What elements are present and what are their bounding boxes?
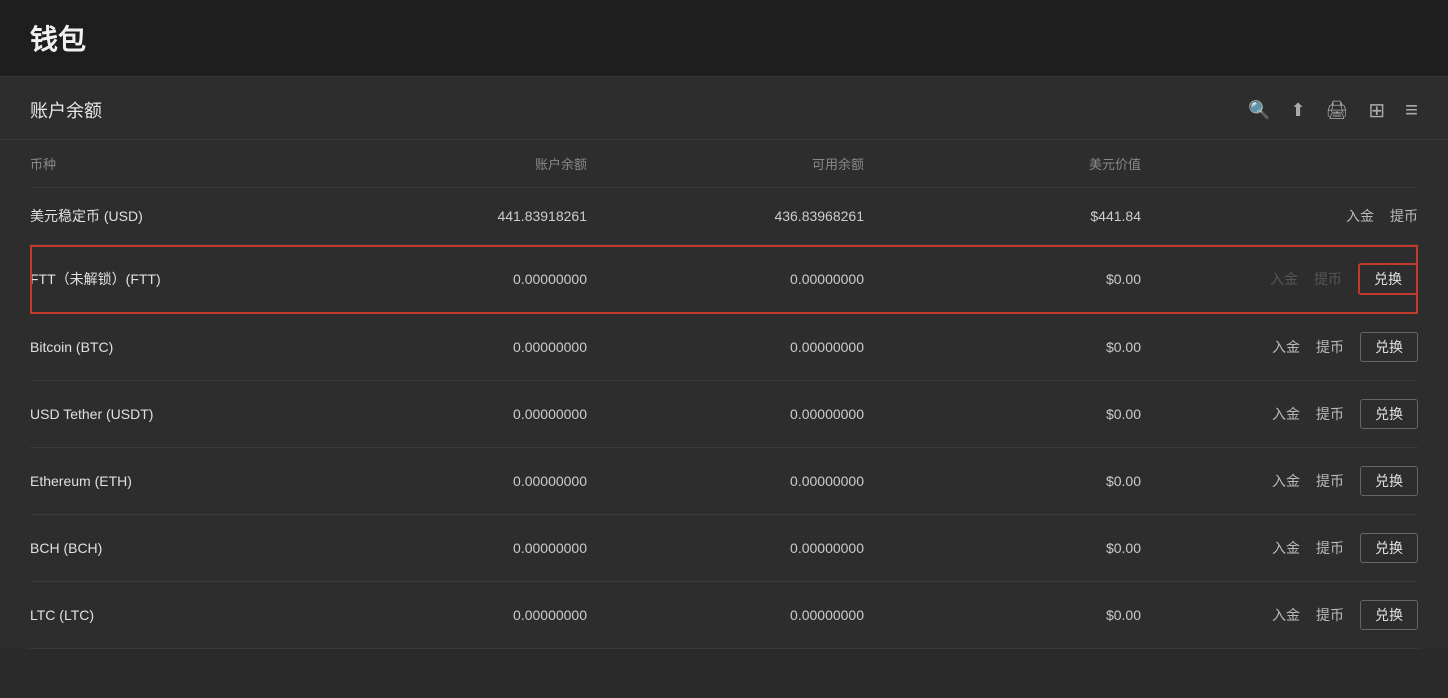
available-usdt: 0.00000000 [587,406,864,422]
header-usd-value: 美元价值 [864,154,1141,173]
usd-value-ltc: $0.00 [864,607,1141,623]
available-eth: 0.00000000 [587,473,864,489]
table-container: 币种 账户余额 可用余额 美元价值 美元稳定币 (USD)441.8391826… [0,140,1448,649]
actions-usd: 入金提币 [1141,206,1418,226]
main-content: 账户余额 🔍 ⬆ 🖨 ⊞ ≡ 币种 账户余额 可用余额 美元价值 美元稳定币 (… [0,77,1448,649]
deposit-btn-eth[interactable]: 入金 [1272,471,1300,491]
available-btc: 0.00000000 [587,339,864,355]
header-currency: 币种 [30,154,310,173]
available-bch: 0.00000000 [587,540,864,556]
currency-usd: 美元稳定币 (USD) [30,206,310,226]
table-header: 币种 账户余额 可用余额 美元价值 [30,140,1418,188]
header-icons: 🔍 ⬆ 🖨 ⊞ ≡ [1248,97,1418,123]
usd-value-usdt: $0.00 [864,406,1141,422]
available-ftt: 0.00000000 [587,271,864,287]
deposit-btn-btc[interactable]: 入金 [1272,337,1300,357]
search-icon[interactable]: 🔍 [1248,100,1270,121]
deposit-btn-bch[interactable]: 入金 [1272,538,1300,558]
convert-btn-ftt[interactable]: 兑换 [1358,263,1418,295]
table-row: FTT（未解锁）(FTT)0.000000000.00000000$0.00入金… [30,245,1418,314]
section-header: 账户余额 🔍 ⬆ 🖨 ⊞ ≡ [0,77,1448,140]
actions-eth: 入金提币兑换 [1141,466,1418,496]
currency-ftt: FTT（未解锁）(FTT) [30,269,310,289]
table-row: LTC (LTC)0.000000000.00000000$0.00入金提币兑换 [30,582,1418,649]
header-actions [1141,154,1418,173]
page-title: 钱包 [30,18,1418,58]
balance-btc: 0.00000000 [310,339,587,355]
withdraw-btn-usd[interactable]: 提币 [1390,206,1418,226]
withdraw-btn-btc[interactable]: 提币 [1316,337,1344,357]
withdraw-btn-ftt: 提币 [1314,269,1342,289]
filter-icon[interactable]: ≡ [1405,97,1418,123]
table-row: Bitcoin (BTC)0.000000000.00000000$0.00入金… [30,314,1418,381]
actions-ftt: 入金提币兑换 [1141,263,1418,295]
convert-btn-btc[interactable]: 兑换 [1360,332,1418,362]
header-available: 可用余额 [587,154,864,173]
usd-value-eth: $0.00 [864,473,1141,489]
actions-usdt: 入金提币兑换 [1141,399,1418,429]
currency-usdt: USD Tether (USDT) [30,406,310,422]
table-row: BCH (BCH)0.000000000.00000000$0.00入金提币兑换 [30,515,1418,582]
withdraw-btn-eth[interactable]: 提币 [1316,471,1344,491]
withdraw-btn-bch[interactable]: 提币 [1316,538,1344,558]
table-row: USD Tether (USDT)0.000000000.00000000$0.… [30,381,1418,448]
balance-ftt: 0.00000000 [310,271,587,287]
actions-bch: 入金提币兑换 [1141,533,1418,563]
table-row: 美元稳定币 (USD)441.83918261436.83968261$441.… [30,188,1418,245]
convert-btn-bch[interactable]: 兑换 [1360,533,1418,563]
withdraw-btn-usdt[interactable]: 提币 [1316,404,1344,424]
download-icon[interactable]: ⬆ [1290,100,1305,121]
section-title: 账户余额 [30,97,102,123]
balance-usdt: 0.00000000 [310,406,587,422]
table-row: Ethereum (ETH)0.000000000.00000000$0.00入… [30,448,1418,515]
usd-value-btc: $0.00 [864,339,1141,355]
deposit-btn-ltc[interactable]: 入金 [1272,605,1300,625]
actions-ltc: 入金提币兑换 [1141,600,1418,630]
print-icon[interactable]: 🖨 [1326,100,1349,121]
balance-eth: 0.00000000 [310,473,587,489]
deposit-btn-usd[interactable]: 入金 [1346,206,1374,226]
balance-bch: 0.00000000 [310,540,587,556]
available-ltc: 0.00000000 [587,607,864,623]
page-title-bar: 钱包 [0,0,1448,77]
convert-btn-usdt[interactable]: 兑换 [1360,399,1418,429]
convert-btn-eth[interactable]: 兑换 [1360,466,1418,496]
usd-value-ftt: $0.00 [864,271,1141,287]
balance-usd: 441.83918261 [310,208,587,224]
actions-btc: 入金提币兑换 [1141,332,1418,362]
convert-btn-ltc[interactable]: 兑换 [1360,600,1418,630]
currency-eth: Ethereum (ETH) [30,473,310,489]
deposit-btn-usdt[interactable]: 入金 [1272,404,1300,424]
table-rows: 美元稳定币 (USD)441.83918261436.83968261$441.… [30,188,1418,649]
deposit-btn-ftt: 入金 [1270,269,1298,289]
usd-value-usd: $441.84 [864,208,1141,224]
withdraw-btn-ltc[interactable]: 提币 [1316,605,1344,625]
usd-value-bch: $0.00 [864,540,1141,556]
currency-btc: Bitcoin (BTC) [30,339,310,355]
grid-icon[interactable]: ⊞ [1368,98,1385,123]
balance-ltc: 0.00000000 [310,607,587,623]
available-usd: 436.83968261 [587,208,864,224]
currency-bch: BCH (BCH) [30,540,310,556]
currency-ltc: LTC (LTC) [30,607,310,623]
header-balance: 账户余额 [310,154,587,173]
